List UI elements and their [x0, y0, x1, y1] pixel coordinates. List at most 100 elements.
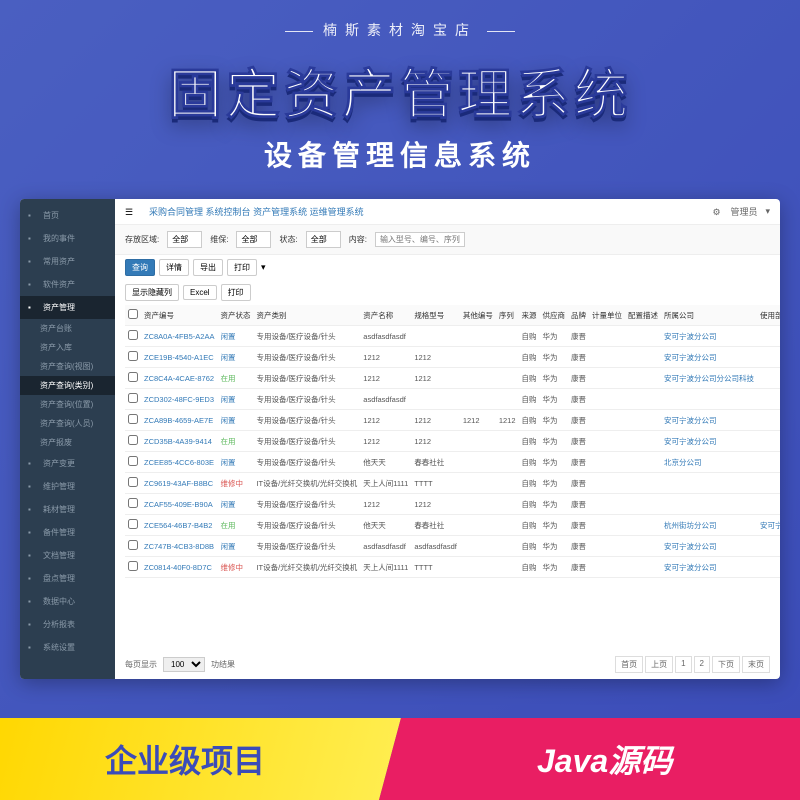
- sidebar-subitem[interactable]: 资产查询(人员): [20, 414, 115, 433]
- page-1-button[interactable]: 1: [675, 656, 691, 673]
- sidebar-item[interactable]: ▪资产管理: [20, 296, 115, 319]
- select-all-checkbox[interactable]: [128, 309, 138, 319]
- sidebar-item-label: 分析报表: [43, 619, 75, 630]
- table-cell: 闲置: [217, 389, 253, 410]
- table-cell: 华为: [540, 347, 569, 368]
- row-checkbox[interactable]: [128, 498, 138, 508]
- sidebar-item[interactable]: ▪耗材管理: [20, 498, 115, 521]
- first-page-button[interactable]: 首页: [615, 656, 643, 673]
- row-checkbox[interactable]: [128, 540, 138, 550]
- sidebar-item[interactable]: ▪数据中心: [20, 590, 115, 613]
- row-checkbox[interactable]: [128, 372, 138, 382]
- table-cell: 华为: [540, 431, 569, 452]
- menu-icon[interactable]: ☰: [125, 207, 137, 217]
- table-row[interactable]: ZC747B-4CB3-8D8B闲置专用设备/医疗设备/针头asdfasdfas…: [125, 536, 780, 557]
- export-button[interactable]: 导出: [193, 259, 223, 276]
- show-cols-button[interactable]: 显示隐藏列: [125, 284, 179, 301]
- row-checkbox[interactable]: [128, 393, 138, 403]
- excel-button[interactable]: Excel: [183, 285, 217, 300]
- next-page-button[interactable]: 下页: [712, 656, 740, 673]
- row-checkbox[interactable]: [128, 477, 138, 487]
- topnav-item[interactable]: 系统控制台: [206, 207, 251, 217]
- print2-button[interactable]: 打印: [221, 284, 251, 301]
- row-checkbox[interactable]: [128, 435, 138, 445]
- topnav-item[interactable]: 采购合同管理: [149, 207, 203, 217]
- table-cell: asdfasdfasdf: [360, 389, 411, 410]
- gear-icon[interactable]: ⚙: [712, 207, 722, 217]
- table-cell: [125, 326, 141, 347]
- sidebar-subitem[interactable]: 资产台账: [20, 319, 115, 338]
- sidebar-item[interactable]: ▪软件资产: [20, 273, 115, 296]
- pagination: 每页显示 100 功结果 首页 上页 1 2 下页 末页: [115, 650, 780, 679]
- table-cell: ZC8C4A-4CAE-8762: [141, 368, 217, 389]
- table-row[interactable]: ZCE564-46B7-B4B2在用专用设备/医疗设备/针头他天天春春社社自购华…: [125, 515, 780, 536]
- user-icon: ▪: [28, 234, 38, 244]
- prev-page-button[interactable]: 上页: [645, 656, 673, 673]
- sidebar-item[interactable]: ▪盘点管理: [20, 567, 115, 590]
- row-checkbox[interactable]: [128, 351, 138, 361]
- sidebar-subitem[interactable]: 资产查询(视图): [20, 357, 115, 376]
- row-checkbox[interactable]: [128, 330, 138, 340]
- box-icon: ▪: [28, 505, 38, 515]
- table-row[interactable]: ZC8C4A-4CAE-8762在用专用设备/医疗设备/针头12121212自购…: [125, 368, 780, 389]
- table-cell: 自购: [519, 473, 540, 494]
- table-row[interactable]: ZCD302-48FC-9ED3闲置专用设备/医疗设备/针头asdfasdfas…: [125, 389, 780, 410]
- row-checkbox[interactable]: [128, 519, 138, 529]
- table-row[interactable]: ZCAF55-409E-B90A闲置专用设备/医疗设备/针头12121212自购…: [125, 494, 780, 515]
- table-cell: 专用设备/医疗设备/针头: [253, 494, 360, 515]
- table-cell: [460, 389, 496, 410]
- table-cell: 华为: [540, 515, 569, 536]
- table-row[interactable]: ZCE19B-4540-A1EC闲置专用设备/医疗设备/针头12121212自购…: [125, 347, 780, 368]
- row-checkbox[interactable]: [128, 456, 138, 466]
- sidebar-item[interactable]: ▪常用资产: [20, 250, 115, 273]
- row-checkbox[interactable]: [128, 561, 138, 571]
- sidebar-item[interactable]: ▪系统设置: [20, 636, 115, 659]
- table-cell: 康晋: [568, 557, 589, 578]
- table-row[interactable]: ZCEE85-4CC6-803E闲置专用设备/医疗设备/针头他天天春春社社自购华…: [125, 452, 780, 473]
- table-header: 规格型号: [411, 305, 460, 326]
- state-select[interactable]: 全部: [306, 231, 341, 248]
- sidebar-item[interactable]: ▪资产变更: [20, 452, 115, 475]
- sidebar-item[interactable]: ▪备件管理: [20, 521, 115, 544]
- table-cell: ZC9619-43AF-B8BC: [141, 473, 217, 494]
- region-select[interactable]: 全部: [167, 231, 202, 248]
- chevron-down-icon[interactable]: ▾: [765, 206, 770, 217]
- table-row[interactable]: ZC0814-40F0-8D7C维修中IT设备/光纤交换机/光纤交换机天上人间1…: [125, 557, 780, 578]
- per-page-select[interactable]: 100: [163, 657, 205, 672]
- sidebar-subitem[interactable]: 资产查询(类别): [20, 376, 115, 395]
- topnav-item[interactable]: 资产管理系统: [253, 207, 307, 217]
- table-row[interactable]: ZCD35B-4A39-9414在用专用设备/医疗设备/针头12121212自购…: [125, 431, 780, 452]
- sidebar-subitem[interactable]: 资产入库: [20, 338, 115, 357]
- sidebar-subitem[interactable]: 资产报废: [20, 433, 115, 452]
- maint-select[interactable]: 全部: [236, 231, 271, 248]
- print-button[interactable]: 打印: [227, 259, 257, 276]
- last-page-button[interactable]: 末页: [742, 656, 770, 673]
- sidebar-item[interactable]: ▪我的事件: [20, 227, 115, 250]
- page-2-button[interactable]: 2: [694, 656, 710, 673]
- user-label[interactable]: 管理员: [730, 205, 757, 218]
- table-header: 其他编号: [460, 305, 496, 326]
- table-cell: [460, 368, 496, 389]
- row-checkbox[interactable]: [128, 414, 138, 424]
- table-cell: [125, 452, 141, 473]
- table-cell: 华为: [540, 452, 569, 473]
- table-row[interactable]: ZC9619-43AF-B8BC维修中IT设备/光纤交换机/光纤交换机天上人间1…: [125, 473, 780, 494]
- filter-bar: 存放区域: 全部 维保: 全部 状态: 全部 内容:: [115, 225, 780, 255]
- table-row[interactable]: ZCA89B-4659-AE7E闲置专用设备/医疗设备/针头1212121212…: [125, 410, 780, 431]
- print-chevron-icon[interactable]: ▾: [261, 262, 266, 273]
- detail-button[interactable]: 详情: [159, 259, 189, 276]
- table-cell: IT设备/光纤交换机/光纤交换机: [253, 557, 360, 578]
- query-button[interactable]: 查询: [125, 259, 155, 276]
- sidebar-item[interactable]: ▪文档管理: [20, 544, 115, 567]
- content-input[interactable]: [375, 232, 465, 247]
- sidebar-item[interactable]: ▪分析报表: [20, 613, 115, 636]
- sidebar-item[interactable]: ▪首页: [20, 204, 115, 227]
- table-row[interactable]: ZC8A0A-4FB5-A2AA闲置专用设备/医疗设备/针头asdfasdfas…: [125, 326, 780, 347]
- table-cell: [589, 347, 625, 368]
- table-cell: 自购: [519, 347, 540, 368]
- table-cell: 闲置: [217, 326, 253, 347]
- sidebar-subitem[interactable]: 资产查询(位置): [20, 395, 115, 414]
- topnav-item[interactable]: 运维管理系统: [310, 207, 364, 217]
- sidebar-item[interactable]: ▪维护管理: [20, 475, 115, 498]
- table-cell: [496, 557, 519, 578]
